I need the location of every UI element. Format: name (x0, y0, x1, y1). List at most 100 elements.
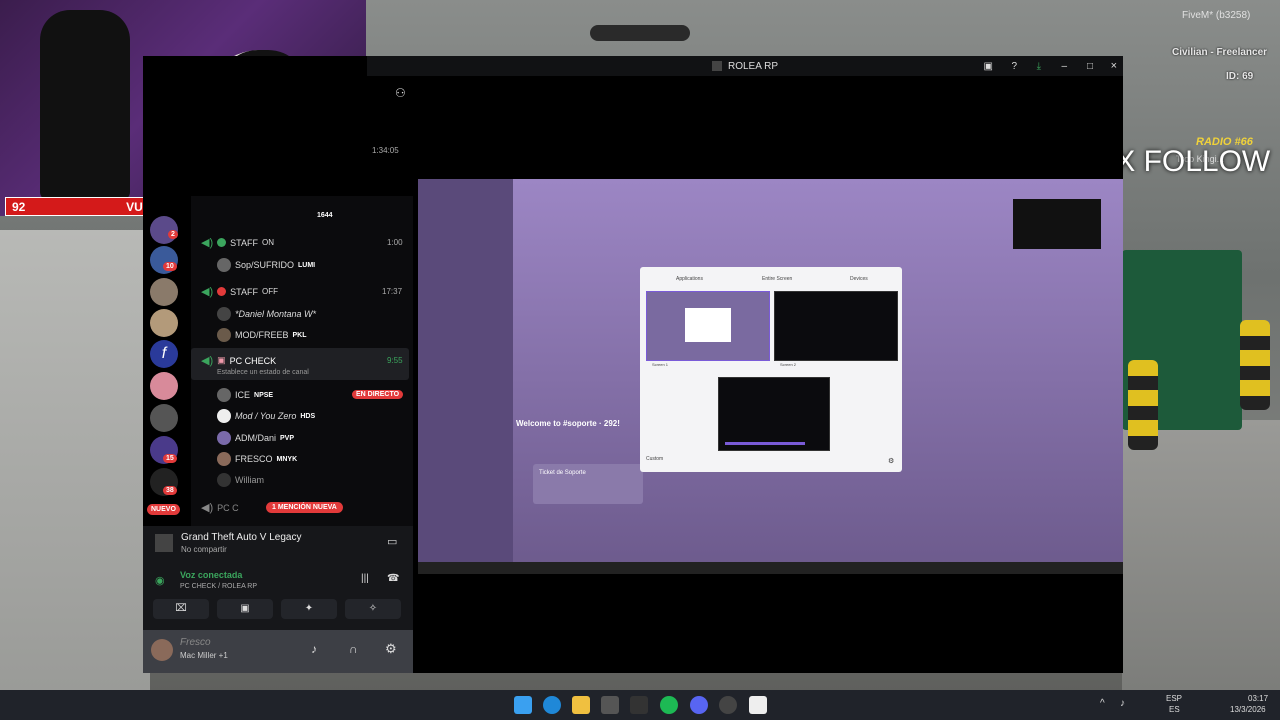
app-icon (711, 61, 722, 71)
discord-icon[interactable] (690, 696, 708, 714)
explorer-icon[interactable] (572, 696, 590, 714)
app-thumbnail[interactable] (718, 377, 830, 451)
server-badge: 2 (168, 230, 178, 239)
modal-tab[interactable]: Devices (850, 276, 868, 282)
voice-channel: PC CHECK / ROLEA RP (180, 583, 258, 590)
game-bollard (1128, 360, 1158, 450)
activities-button[interactable]: ✦ (281, 599, 337, 619)
clock-time[interactable]: 03:17 (1248, 694, 1268, 703)
maximize-button[interactable]: □ (1087, 61, 1093, 72)
screen-share-button[interactable]: ▣ (217, 599, 273, 619)
channel-member[interactable]: MOD/FREEB PKL (217, 328, 307, 342)
volume-icon[interactable]: ♪ (1120, 698, 1125, 709)
server-icon[interactable] (150, 404, 178, 432)
channel-member[interactable]: William (217, 473, 264, 487)
camera-button[interactable]: ⌧ (153, 599, 209, 619)
voice-channel-active[interactable]: ◀) ▣ PC CHECK (201, 354, 276, 367)
speaker-icon: ◀) (201, 237, 214, 249)
user-bar: Fresco Mac Miller +1 ♪ ∩ ⚙ (143, 630, 413, 673)
lock-icon: ▣ (217, 355, 226, 365)
spotify-icon[interactable] (660, 696, 678, 714)
avatar (217, 388, 231, 402)
server-icon[interactable] (150, 372, 178, 400)
window-titlebar: ROLEA RP ▣ ? ⤓ – □ × (367, 56, 1123, 76)
obs-icon[interactable] (719, 696, 737, 714)
channel-time: 9:55 (387, 356, 403, 365)
member-name: FRESCO (235, 454, 273, 464)
noise-icon[interactable]: ||| (361, 573, 369, 584)
store-icon[interactable] (601, 696, 619, 714)
inbox-icon[interactable]: ▣ (984, 61, 993, 72)
member-tag: HDS (300, 412, 316, 420)
disconnect-icon[interactable]: ☎ (387, 573, 399, 584)
activity-game: Grand Theft Auto V Legacy (181, 532, 302, 543)
status-dot (217, 238, 227, 247)
status-dot (217, 287, 227, 296)
channel-member[interactable]: FRESCO MNYK (217, 452, 297, 466)
member-tag: LUMI (298, 261, 316, 269)
job-label: Civilian - Freelancer (1172, 47, 1268, 58)
soundboard-button[interactable]: ✧ (345, 599, 401, 619)
lang-primary[interactable]: ESP (1166, 694, 1182, 703)
server-icon[interactable]: f (150, 340, 178, 368)
screen-thumbnail[interactable] (646, 291, 770, 361)
game-lamp (590, 25, 690, 41)
start-icon[interactable] (514, 696, 532, 714)
user-status: Mac Miller +1 (180, 651, 228, 660)
channel-list: 1:34:05 1644 ◀) STAFF ON 1:00 Sop/SUFRID… (191, 146, 413, 526)
modal-tab[interactable]: Entire Screen (762, 276, 792, 282)
avatar (217, 328, 231, 342)
new-pill[interactable]: NUEVO (147, 504, 180, 515)
stream-icon[interactable]: ▭ (387, 535, 397, 548)
app-icon[interactable] (630, 696, 648, 714)
channel-member[interactable]: Sop/SUFRIDO LUMI (217, 258, 315, 272)
add-friend-icon[interactable]: ⚇ (395, 86, 406, 100)
lang-secondary[interactable]: ES (1169, 705, 1180, 714)
modal-tab[interactable]: Applications (676, 276, 703, 282)
notepad-icon[interactable] (749, 696, 767, 714)
settings-icon[interactable]: ⚙ (888, 457, 894, 465)
member-name: ICE (235, 390, 251, 400)
discord-window: ROLEA RP ▣ ? ⤓ – □ × ⚇ 2 10 f 15 38 NUEV… (143, 56, 1123, 673)
close-button[interactable]: × (1111, 60, 1117, 72)
share-picker-modal: Applications Entire Screen Devices Scree… (640, 267, 902, 472)
channel-name: STAFF (230, 237, 258, 248)
window-title: ROLEA RP (727, 60, 779, 72)
server-icon[interactable] (150, 309, 178, 337)
shared-ticket: Ticket de Soporte (533, 464, 643, 504)
channel-member[interactable]: Mod / You Zero HDS (217, 409, 315, 423)
member-tag: PVP (280, 434, 295, 442)
channel-member[interactable]: ICE NPSE (217, 388, 273, 402)
user-avatar[interactable] (151, 639, 173, 661)
clock-date[interactable]: 13/3/2026 (1230, 705, 1266, 714)
game-wall (0, 230, 150, 690)
mention-pill[interactable]: 1 MENCIÓN NUEVA (266, 502, 343, 513)
channel-name: PC CHECK (229, 355, 277, 366)
channel-member[interactable]: ADM/Dani PVP (217, 431, 294, 445)
ticket-title: Ticket de Soporte (539, 470, 586, 476)
help-icon[interactable]: ? (1011, 61, 1017, 72)
voice-channel[interactable]: ◀) STAFF ON (201, 236, 274, 249)
speaker-icon: ◀) (201, 502, 214, 514)
avatar (217, 409, 231, 423)
server-badge: 10 (163, 262, 177, 271)
screen-thumbnail[interactable] (774, 291, 898, 361)
channel-member[interactable]: *Daniel Montana W* (217, 307, 316, 321)
member-name: MOD/FREEB (235, 330, 289, 340)
shared-welcome: Welcome to #soporte · 292! (516, 419, 620, 428)
voice-channel[interactable]: ◀) PC C (201, 501, 239, 514)
download-icon[interactable]: ⤓ (1037, 61, 1041, 72)
server-icon[interactable] (150, 278, 178, 306)
edge-icon[interactable] (543, 696, 561, 714)
server-sidebar: 2 10 f 15 38 NUEVO (143, 216, 189, 526)
headphones-icon[interactable]: ∩ (349, 642, 358, 656)
chevron-up-icon[interactable]: ^ (1100, 698, 1105, 709)
voice-channel[interactable]: ◀) STAFF OFF (201, 285, 278, 298)
settings-icon[interactable]: ⚙ (385, 641, 397, 657)
avatar (217, 431, 231, 445)
member-tag: NPSE (254, 391, 274, 399)
game-bollard (1240, 320, 1270, 410)
game-road (1122, 420, 1280, 690)
minimize-button[interactable]: – (1061, 61, 1067, 72)
microphone-icon[interactable]: ♪ (311, 642, 317, 656)
